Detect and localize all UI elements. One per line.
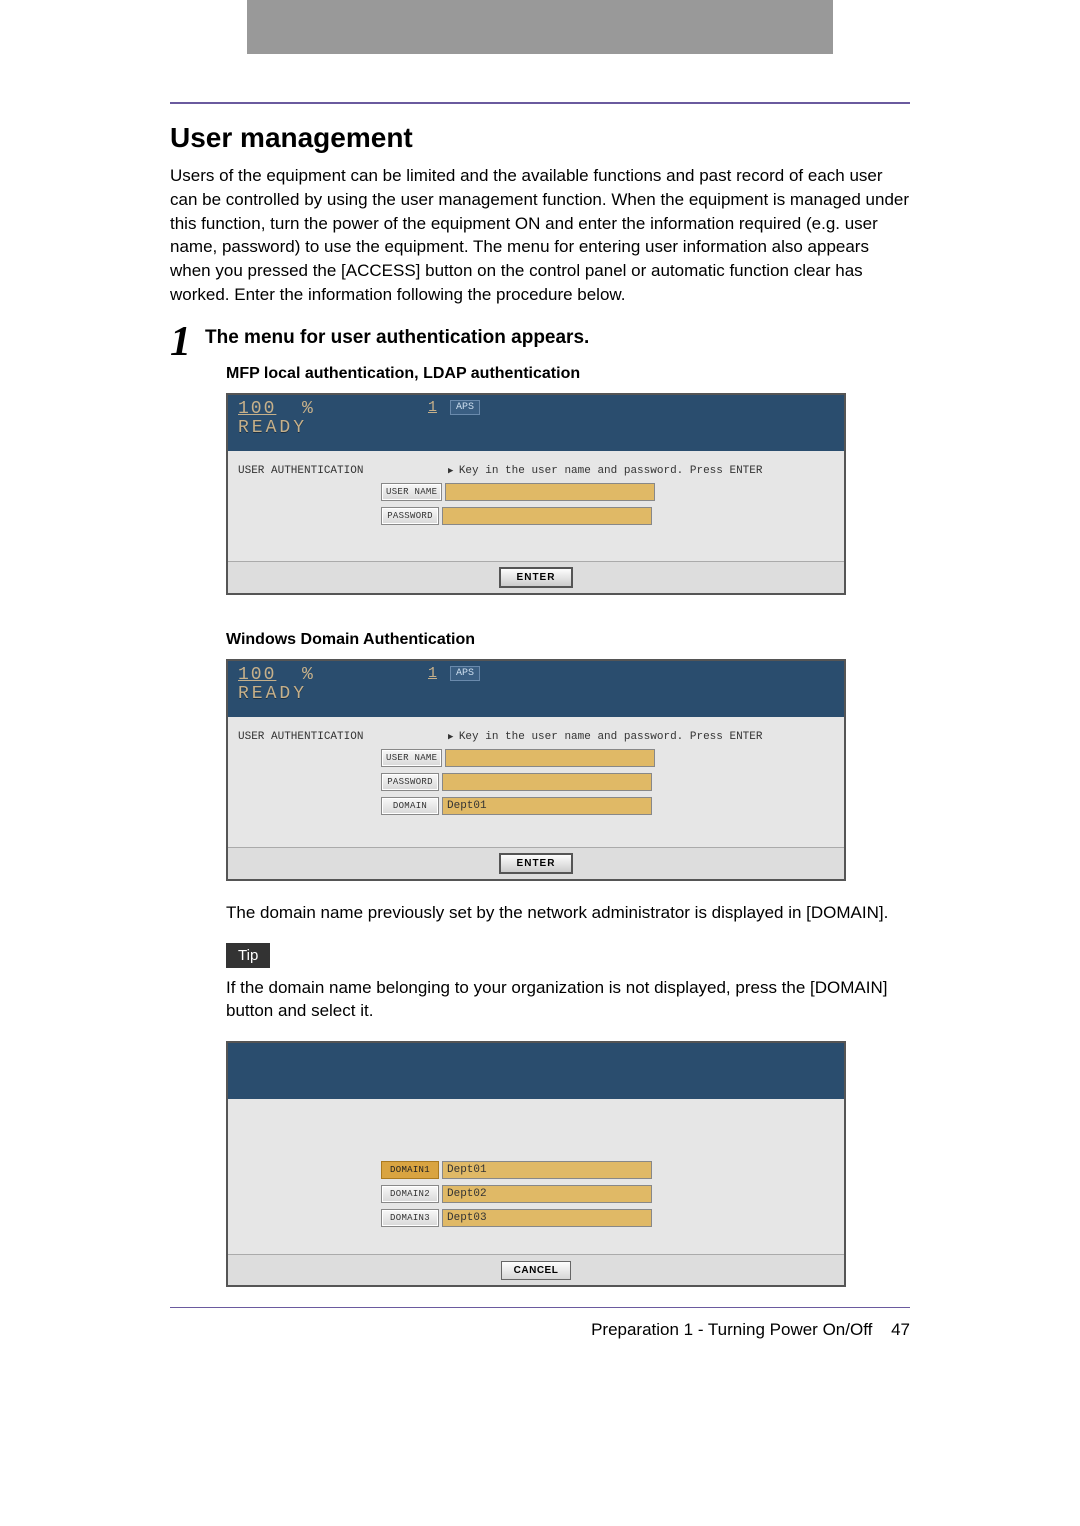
domain-field[interactable]: Dept01 xyxy=(442,797,652,815)
domain3-value: Dept03 xyxy=(442,1209,652,1227)
username-button[interactable]: USER NAME xyxy=(381,483,442,501)
step-number: 1 xyxy=(170,321,191,363)
domain2-value: Dept02 xyxy=(442,1185,652,1203)
header-aps-2: APS xyxy=(450,666,480,681)
rule-top xyxy=(170,102,910,104)
header-aps: APS xyxy=(450,400,480,415)
enter-button-2[interactable]: ENTER xyxy=(499,853,574,874)
username-field[interactable] xyxy=(445,483,655,501)
user-auth-label-2: USER AUTHENTICATION xyxy=(238,731,363,743)
panel-body-3: DOMAIN1 Dept01 DOMAIN2 Dept02 DOMAIN3 De… xyxy=(228,1099,844,1254)
password-button[interactable]: PASSWORD xyxy=(381,507,439,525)
device-panel-mfp: 100 % READY 1 APS USER AUTHENTICATION Ke… xyxy=(226,393,846,595)
device-panel-domain-select: DOMAIN1 Dept01 DOMAIN2 Dept02 DOMAIN3 De… xyxy=(226,1041,846,1287)
instruction-text-2: Key in the user name and password. Press… xyxy=(448,731,762,743)
password-button-2[interactable]: PASSWORD xyxy=(381,773,439,791)
step-title: The menu for user authentication appears… xyxy=(205,327,589,349)
panel-header-3 xyxy=(228,1043,844,1099)
password-field-2[interactable] xyxy=(442,773,652,791)
intro-paragraph: Users of the equipment can be limited an… xyxy=(170,164,910,307)
panel-header: 100 % READY 1 APS xyxy=(228,395,844,451)
tip-badge: Tip xyxy=(226,943,270,968)
device-panel-windows: 100 % READY 1 APS USER AUTHENTICATION Ke… xyxy=(226,659,846,881)
user-auth-label: USER AUTHENTICATION xyxy=(238,465,363,477)
panel-footer-3: CANCEL xyxy=(228,1254,844,1285)
password-field[interactable] xyxy=(442,507,652,525)
step-subtitle-1: MFP local authentication, LDAP authentic… xyxy=(226,365,910,383)
username-field-2[interactable] xyxy=(445,749,655,767)
panel-footer-2: ENTER xyxy=(228,847,844,879)
header-pct-sym-2: % xyxy=(302,665,315,685)
step-subtitle-2: Windows Domain Authentication xyxy=(226,631,910,649)
domain1-button[interactable]: DOMAIN1 xyxy=(381,1161,439,1179)
header-pct-sym: % xyxy=(302,399,315,419)
domain-note: The domain name previously set by the ne… xyxy=(226,901,910,925)
domain3-button[interactable]: DOMAIN3 xyxy=(381,1209,439,1227)
page-footer: Preparation 1 - Turning Power On/Off 47 xyxy=(170,1308,910,1364)
header-one: 1 xyxy=(428,399,437,416)
header-ready-2: READY xyxy=(238,684,834,704)
header-gray-bar xyxy=(247,0,833,54)
panel-footer: ENTER xyxy=(228,561,844,593)
domain-button[interactable]: DOMAIN xyxy=(381,797,439,815)
panel-body-2: USER AUTHENTICATION Key in the user name… xyxy=(228,717,844,847)
instruction-text: Key in the user name and password. Press… xyxy=(448,465,762,477)
tip-text: If the domain name belonging to your org… xyxy=(226,976,910,1024)
panel-header-2: 100 % READY 1 APS xyxy=(228,661,844,717)
header-ready: READY xyxy=(238,418,834,438)
panel-body: USER AUTHENTICATION Key in the user name… xyxy=(228,451,844,561)
username-button-2[interactable]: USER NAME xyxy=(381,749,442,767)
page-title: User management xyxy=(170,122,910,154)
footer-page: 47 xyxy=(891,1320,910,1339)
header-percent-2: 100 xyxy=(238,665,276,685)
header-percent: 100 xyxy=(238,399,276,419)
domain1-value: Dept01 xyxy=(442,1161,652,1179)
enter-button[interactable]: ENTER xyxy=(499,567,574,588)
domain2-button[interactable]: DOMAIN2 xyxy=(381,1185,439,1203)
cancel-button[interactable]: CANCEL xyxy=(501,1261,572,1280)
header-one-2: 1 xyxy=(428,665,437,682)
footer-text: Preparation 1 - Turning Power On/Off xyxy=(591,1320,872,1339)
